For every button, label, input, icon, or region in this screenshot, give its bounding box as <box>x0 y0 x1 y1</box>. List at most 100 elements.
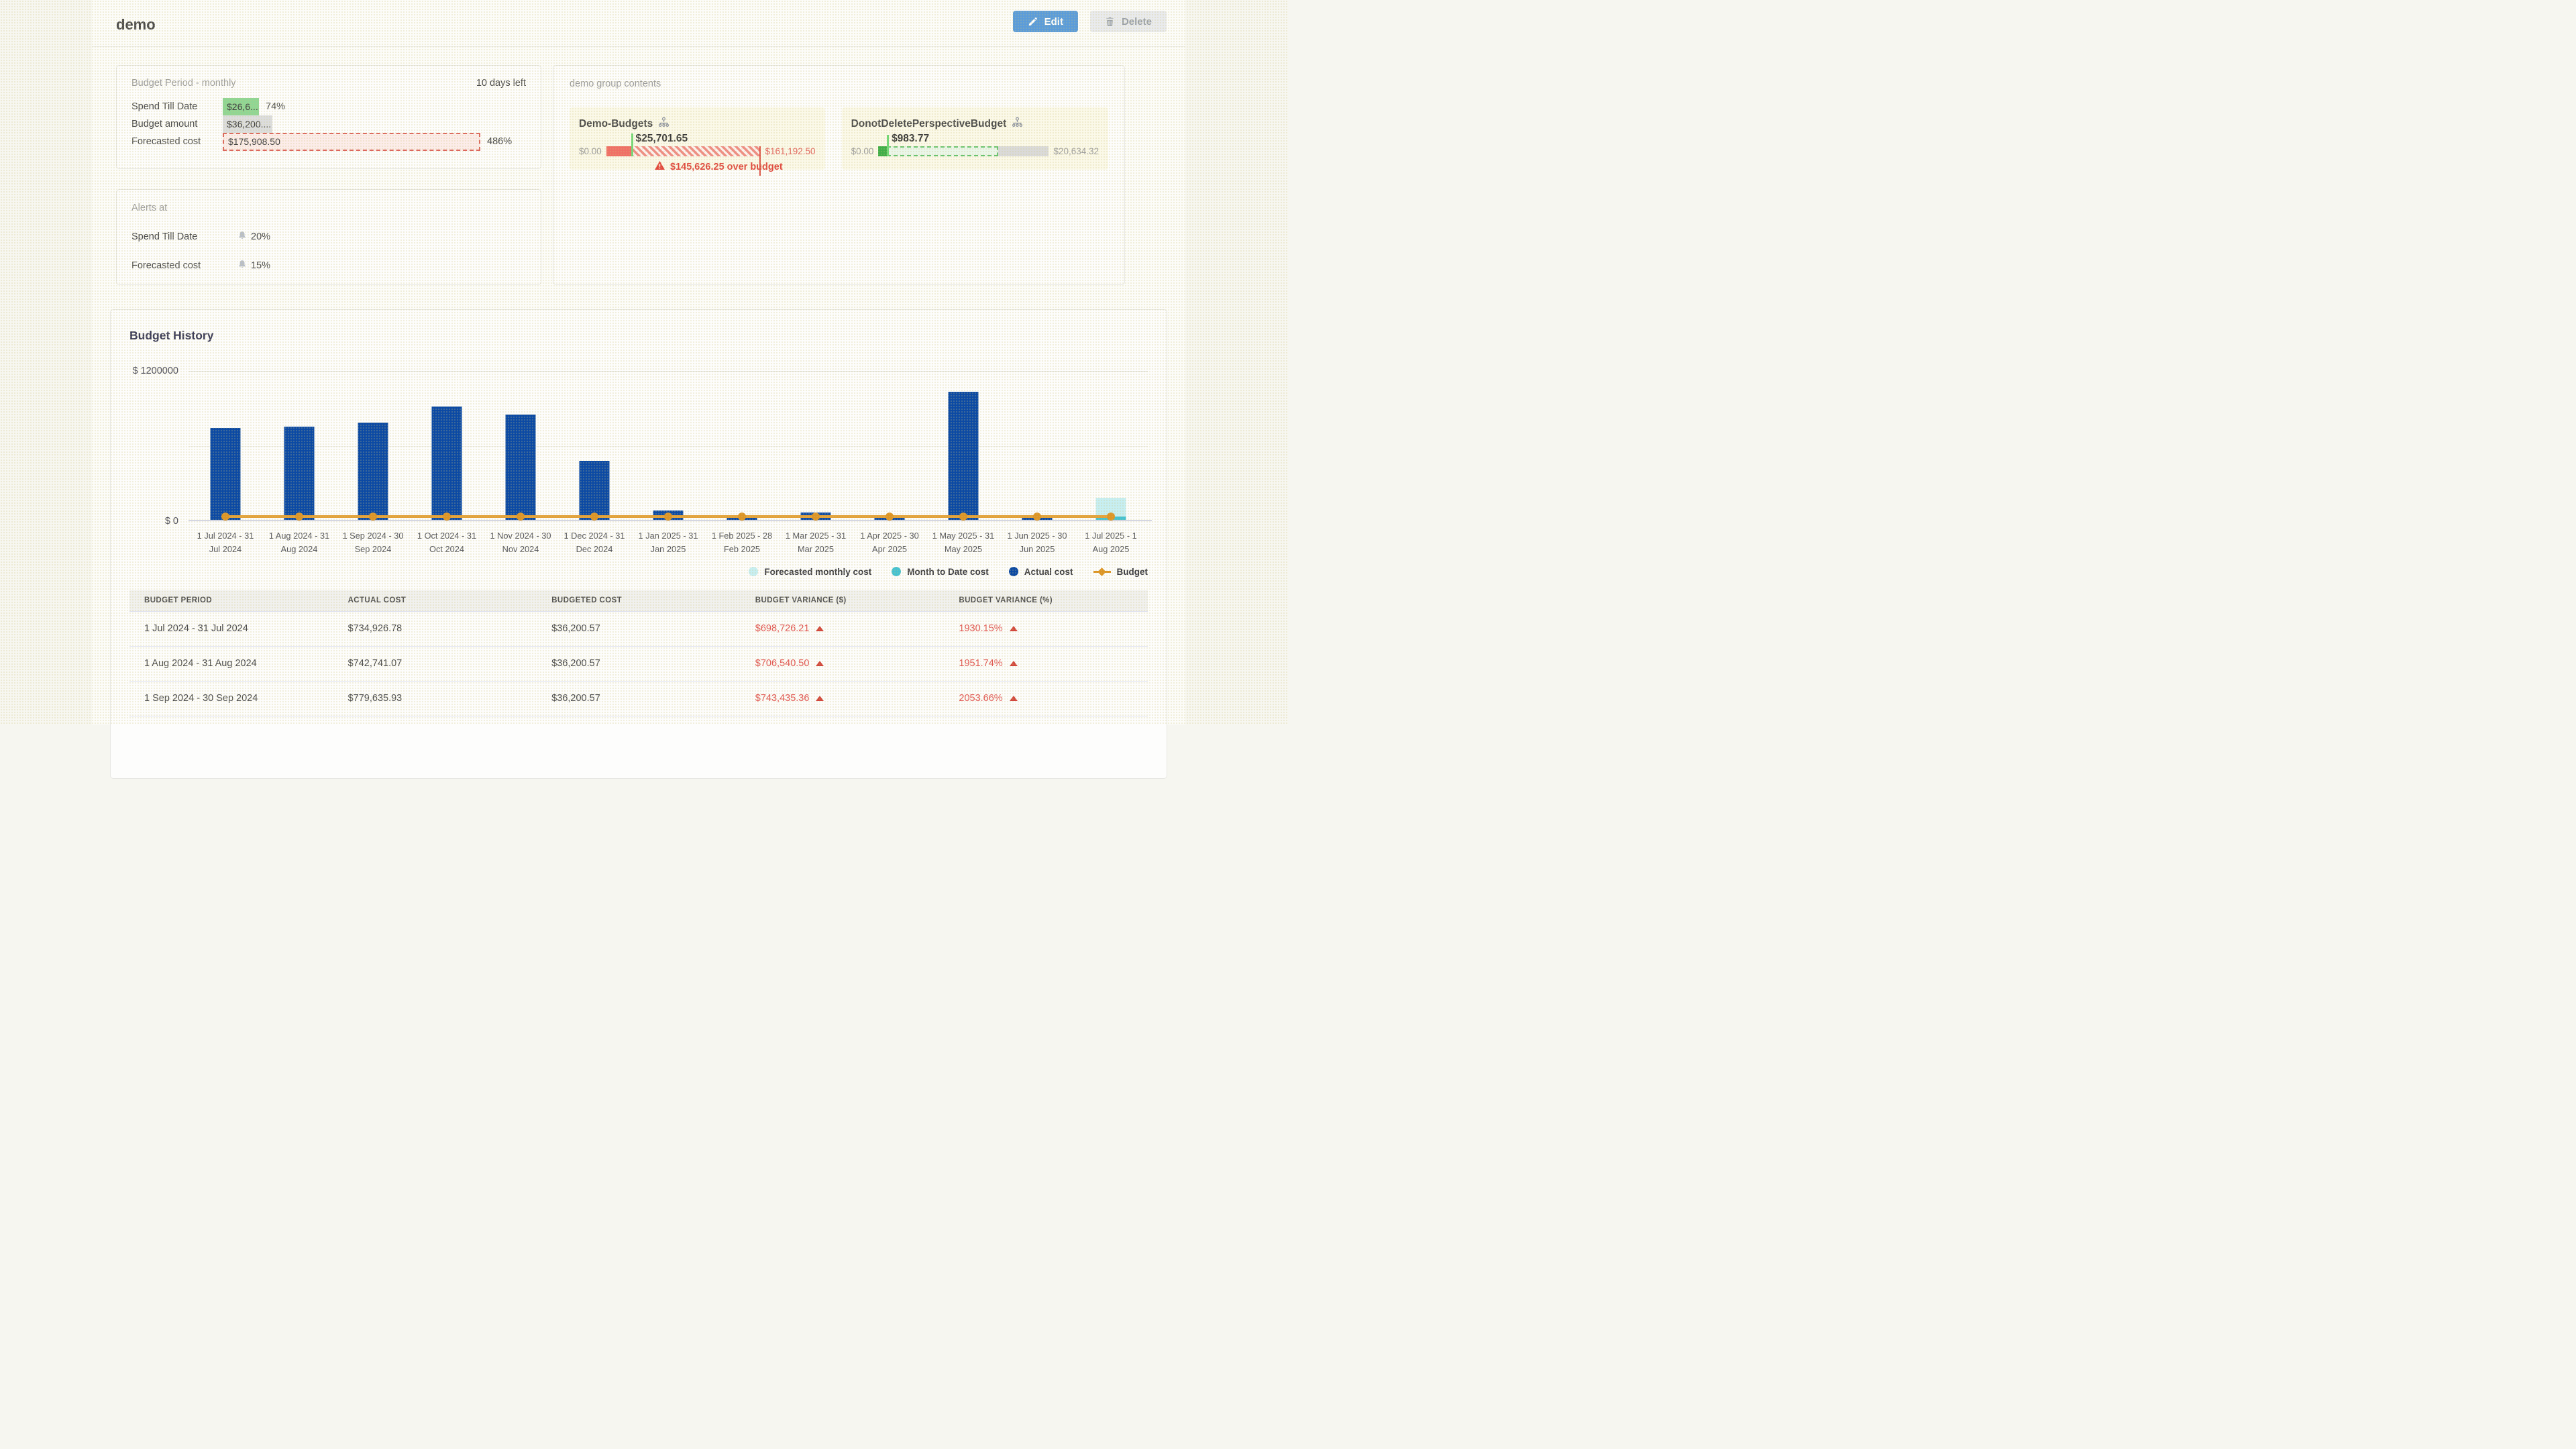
chart-slot[interactable] <box>631 371 705 521</box>
actual-cost-bar[interactable] <box>358 423 388 521</box>
actual-cost-bar[interactable] <box>506 415 536 520</box>
budget-min-label: $0.00 <box>579 146 602 156</box>
chart-slot[interactable] <box>1074 371 1148 521</box>
chart-slot[interactable] <box>1000 371 1074 521</box>
budget-history-title: Budget History <box>129 329 1148 343</box>
page-title: demo <box>116 16 156 34</box>
delete-button[interactable]: Delete <box>1090 11 1167 32</box>
budget-marker <box>1107 513 1115 521</box>
budget-amount-chip: $36,200.... <box>223 115 272 133</box>
legend-item[interactable]: Forecasted monthly cost <box>749 567 871 577</box>
x-axis-label: 1 Mar 2025 - 31Mar 2025 <box>779 529 853 556</box>
legend-item[interactable]: Month to Date cost <box>892 567 989 577</box>
bell-icon <box>237 260 247 272</box>
legend-swatch <box>892 567 901 576</box>
alert-forecast-label: Forecasted cost <box>131 260 237 271</box>
overspend-hatch-segment <box>631 146 761 156</box>
legend-label: Actual cost <box>1024 567 1073 577</box>
org-chart-icon <box>1012 117 1023 131</box>
budget-remaining-segment <box>887 146 998 156</box>
table-header-row: BUDGET PERIODACTUAL COSTBUDGETED COSTBUD… <box>129 590 1148 612</box>
budget-mini-card-demo-budgets[interactable]: Demo-Budgets $0.00 $25,701.65 <box>570 107 825 170</box>
spent-amount-label: $983.77 <box>892 133 929 145</box>
y-axis-label-bottom: $ 0 <box>165 516 178 527</box>
x-axis-label: 1 Dec 2024 - 31Dec 2024 <box>557 529 631 556</box>
content-panel: demo Edit Delete <box>92 0 1185 724</box>
cell-budgeted-cost: $36,200.57 <box>537 623 741 634</box>
budget-marker <box>664 513 672 521</box>
delete-button-label: Delete <box>1122 16 1152 28</box>
chart-slot[interactable] <box>262 371 336 521</box>
over-budget-label: $145,626.25 over budget <box>670 162 783 172</box>
actual-cost-bar[interactable] <box>432 407 462 520</box>
legend-item[interactable]: Budget <box>1093 567 1148 577</box>
chart-slot[interactable] <box>557 371 631 521</box>
spend-till-date-chip: $26,6... <box>223 98 259 115</box>
actual-cost-bar[interactable] <box>211 428 241 520</box>
legend-swatch <box>749 567 758 576</box>
budget-marker <box>959 513 967 521</box>
actual-cost-bar[interactable] <box>949 392 979 520</box>
budget-bar: $983.77 <box>878 146 1049 156</box>
budget-amount-row: Budget amount $36,200.... <box>131 115 526 133</box>
budget-mini-card-donotdelete[interactable]: DonotDeletePerspectiveBudget $0.00 $983.… <box>842 107 1108 170</box>
chart-slot[interactable] <box>189 371 262 521</box>
cell-budget-period: 1 Aug 2024 - 31 Aug 2024 <box>129 658 333 669</box>
x-axis-label: 1 Nov 2024 - 30Nov 2024 <box>484 529 557 556</box>
chart-slot[interactable] <box>926 371 1000 521</box>
x-axis-label: 1 Sep 2024 - 30Sep 2024 <box>336 529 410 556</box>
table-header-cell: BUDGET VARIANCE (%) <box>944 596 1148 604</box>
alert-forecast-value: 15% <box>251 260 270 271</box>
spend-till-date-row: Spend Till Date $26,6... 74% <box>131 98 526 115</box>
x-axis-label: 1 Oct 2024 - 31Oct 2024 <box>410 529 484 556</box>
budget-history-chart: $ 1200000 $ 0 <box>129 371 1148 521</box>
chart-slot[interactable] <box>410 371 484 521</box>
budget-period-rows: Spend Till Date $26,6... 74% Budget amou… <box>131 98 526 150</box>
cell-budget-variance-pct: 2053.66% <box>944 693 1148 704</box>
budget-marker <box>443 513 451 521</box>
days-left-label: 10 days left <box>476 78 526 89</box>
variance-up-icon <box>1010 696 1018 701</box>
cell-actual-cost: $779,635.93 <box>333 693 537 704</box>
cell-budget-variance-usd: $743,435.36 <box>741 693 945 704</box>
warning-icon <box>655 161 665 172</box>
mini-budget-name: Demo-Budgets <box>579 118 653 130</box>
edit-button-label: Edit <box>1044 16 1063 28</box>
chart-slot[interactable] <box>853 371 926 521</box>
actual-cost-bar[interactable] <box>580 461 610 520</box>
chart-slot[interactable] <box>336 371 410 521</box>
budget-history-table: BUDGET PERIODACTUAL COSTBUDGETED COSTBUD… <box>129 590 1148 716</box>
legend-swatch <box>1093 567 1111 576</box>
mini-budget-name: DonotDeletePerspectiveBudget <box>851 118 1007 130</box>
budget-end-line <box>759 146 761 176</box>
budget-marker <box>369 513 377 521</box>
left-column: Budget Period - monthly 10 days left Spe… <box>116 65 541 285</box>
x-axis-label: 1 Apr 2025 - 30Apr 2025 <box>853 529 926 556</box>
chart-slot[interactable] <box>779 371 853 521</box>
table-header-cell: BUDGETED COST <box>537 596 741 604</box>
cell-budget-variance-usd: $698,726.21 <box>741 623 945 634</box>
cell-budget-variance-pct: 1930.15% <box>944 623 1148 634</box>
spent-amount-label: $25,701.65 <box>636 133 688 145</box>
budget-max-label: $20,634.32 <box>1053 146 1099 156</box>
alert-spend-value: 20% <box>251 231 270 242</box>
table-body: 1 Jul 2024 - 31 Jul 2024$734,926.78$36,2… <box>129 612 1148 716</box>
alerts-card: Alerts at Spend Till Date 20% Forecasted… <box>116 189 541 285</box>
actual-cost-bar[interactable] <box>284 427 315 520</box>
x-axis-label: 1 May 2025 - 31May 2025 <box>926 529 1000 556</box>
chart-slot[interactable] <box>705 371 779 521</box>
edit-button[interactable]: Edit <box>1013 11 1078 32</box>
budget-amount-label: Budget amount <box>131 119 223 129</box>
bell-icon <box>237 231 247 243</box>
cell-budget-period: 1 Sep 2024 - 30 Sep 2024 <box>129 693 333 704</box>
table-header-cell: BUDGET PERIOD <box>129 596 333 604</box>
pencil-icon <box>1028 17 1038 27</box>
org-chart-icon <box>658 117 669 131</box>
chart-slot[interactable] <box>484 371 557 521</box>
chart-plot <box>189 371 1148 521</box>
forecasted-cost-chip: $175,908.50 <box>223 133 480 151</box>
x-axis-label: 1 Jul 2024 - 31Jul 2024 <box>189 529 262 556</box>
y-axis-label-top: $ 1200000 <box>132 366 178 376</box>
alert-row-spend: Spend Till Date 20% <box>131 231 526 243</box>
legend-item[interactable]: Actual cost <box>1009 567 1073 577</box>
